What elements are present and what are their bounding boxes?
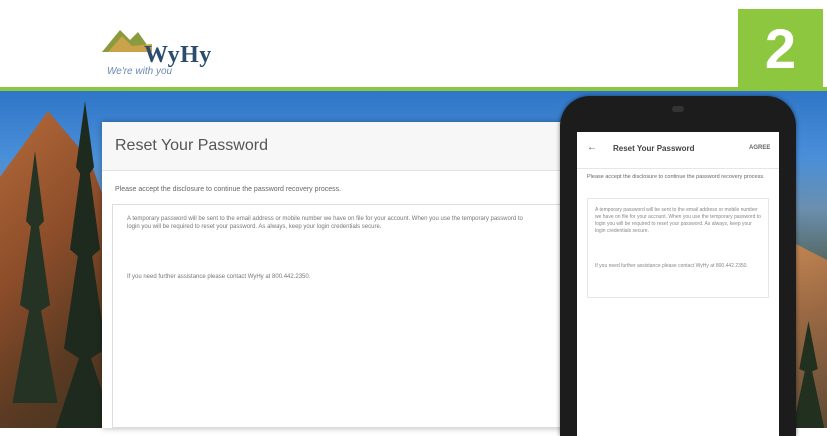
logo-tagline: We're with you bbox=[107, 66, 173, 77]
mobile-phone: ← Reset Your Password AGREE Please accep… bbox=[560, 96, 796, 436]
phone-page-title: Reset Your Password bbox=[613, 144, 695, 153]
phone-disclosure-text: A temporary password will be sent to the… bbox=[595, 207, 761, 234]
page-title: Reset Your Password bbox=[115, 137, 268, 154]
logo-text: WyHy bbox=[144, 42, 212, 68]
disclosure-box[interactable]: A temporary password will be sent to the… bbox=[112, 204, 562, 428]
wyhy-logo[interactable]: WyHy We're with you bbox=[102, 24, 232, 80]
assistance-text: If you need further assistance please co… bbox=[127, 274, 311, 280]
phone-assistance-text: If you need further assistance please co… bbox=[595, 263, 748, 269]
arrow-left-icon[interactable]: ← bbox=[587, 142, 597, 153]
phone-speaker bbox=[672, 106, 684, 112]
reset-password-card: Reset Your Password Please accept the di… bbox=[102, 122, 572, 428]
phone-instruction-text: Please accept the disclosure to continue… bbox=[587, 174, 765, 180]
phone-app-bar: ← Reset Your Password AGREE bbox=[577, 132, 779, 169]
site-header: WyHy We're with you 2 bbox=[0, 0, 827, 91]
agree-button[interactable]: AGREE bbox=[749, 145, 770, 151]
disclosure-text: A temporary password will be sent to the… bbox=[127, 216, 523, 230]
instruction-text: Please accept the disclosure to continue… bbox=[115, 186, 342, 193]
phone-disclosure-box[interactable]: A temporary password will be sent to the… bbox=[587, 198, 769, 298]
phone-screen: ← Reset Your Password AGREE Please accep… bbox=[577, 132, 779, 436]
step-number-badge: 2 bbox=[738, 9, 823, 87]
